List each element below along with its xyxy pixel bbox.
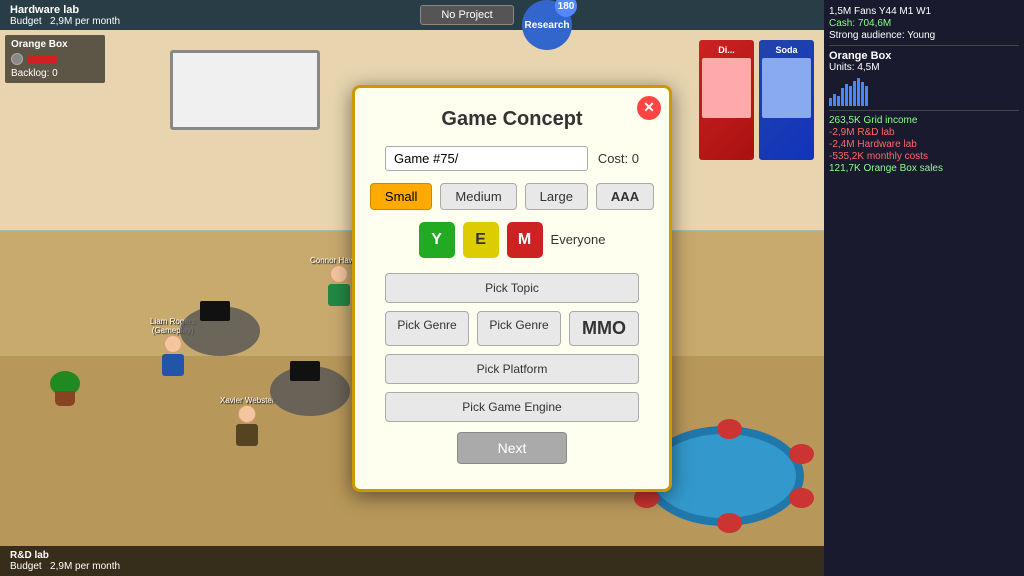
pick-platform-button[interactable]: Pick Platform	[385, 354, 639, 384]
pick-topic-button[interactable]: Pick Topic	[385, 273, 639, 303]
size-row: Small Medium Large AAA	[385, 183, 639, 210]
rating-y-badge[interactable]: Y	[419, 222, 455, 258]
rating-row: Y E M Everyone	[385, 222, 639, 258]
cost-label: Cost: 0	[598, 151, 639, 166]
modal-title: Game Concept	[385, 108, 639, 131]
next-button[interactable]: Next	[457, 432, 568, 464]
pick-game-engine-button[interactable]: Pick Game Engine	[385, 392, 639, 422]
size-small-button[interactable]: Small	[370, 183, 433, 210]
rating-audience-label: Everyone	[551, 232, 606, 247]
pick-genre-2-button[interactable]: Pick Genre	[477, 311, 561, 346]
pick-genre-1-button[interactable]: Pick Genre	[385, 311, 469, 346]
game-name-input[interactable]	[385, 146, 588, 171]
size-large-button[interactable]: Large	[525, 183, 588, 210]
modal-close-button[interactable]: ✕	[637, 96, 661, 120]
rating-e-badge[interactable]: E	[463, 222, 499, 258]
game-concept-modal: ✕ Game Concept Cost: 0 Small Medium Larg…	[352, 85, 672, 492]
mmo-badge: MMO	[569, 311, 639, 346]
modal-overlay: ✕ Game Concept Cost: 0 Small Medium Larg…	[0, 0, 1024, 576]
name-cost-row: Cost: 0	[385, 146, 639, 171]
rating-m-badge[interactable]: M	[507, 222, 543, 258]
size-aaa-button[interactable]: AAA	[596, 183, 654, 210]
pick-genre-row: Pick Genre Pick Genre MMO	[385, 311, 639, 346]
size-medium-button[interactable]: Medium	[440, 183, 516, 210]
